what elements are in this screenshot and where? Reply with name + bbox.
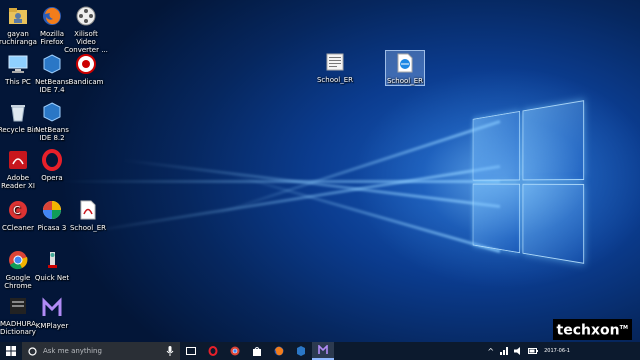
desktop-icon-xilisoft[interactable]: Xilisoft Video Converter ... [64,4,108,54]
taskbar-kmplayer[interactable] [312,342,334,360]
bandicam-icon [73,52,99,76]
desktop-icon-school-er-pdf[interactable]: School_ER [66,198,110,232]
quicknet-icon [39,248,65,272]
icon-label: School_ER [316,76,354,84]
watermark-text: techxon [556,323,620,339]
network-icon[interactable] [500,347,509,355]
store-icon [253,347,261,356]
task-view-button[interactable] [180,342,202,360]
battery-icon[interactable] [528,348,539,354]
logo-pane [522,100,585,181]
system-tray: ^ 2017-06-1 [487,342,640,360]
logo-pane [472,110,520,181]
ccleaner-icon: C [5,198,31,222]
taskbar-opera[interactable] [202,342,224,360]
light-beam [230,172,501,253]
icon-label: Bandicam [68,78,104,86]
icon-label: NetBeans IDE 8.2 [35,126,69,142]
netbeans-icon [297,346,305,356]
html-file-icon [392,51,418,75]
desktop-icon-quick-net[interactable]: Quick Net [30,248,74,282]
logo-pane [472,183,520,254]
opera-icon [39,148,65,172]
pdf-icon [75,198,101,222]
watermark: techxonTM [552,319,632,340]
pdf-icon [5,148,31,172]
dictionary-icon [5,294,31,318]
user-folder-icon [5,4,31,28]
icon-label: KMPlayer [35,322,69,330]
clock-date[interactable]: 2017-06-1 [544,348,570,354]
desktop-icon-netbeans-82[interactable]: NetBeans IDE 8.2 [30,100,74,142]
taskbar-chrome[interactable] [224,342,246,360]
chrome-icon [230,346,240,356]
icon-label: School_ER [386,77,424,85]
desktop-icon-kmplayer[interactable]: KMPlayer [30,296,74,330]
taskbar-netbeans[interactable] [290,342,312,360]
microphone-icon[interactable] [166,346,174,356]
firefox-icon [39,4,65,28]
icon-label: School_ER [69,224,107,232]
task-view-icon [186,347,196,355]
opera-icon [208,346,218,356]
start-button[interactable] [0,342,22,360]
icon-label: Quick Net [34,274,70,282]
desktop-icon-opera[interactable]: Opera [30,148,74,182]
desktop-wallpaper: gayan ruchiranga This PC Recycle Bin Ado… [0,0,640,342]
chevron-up-icon[interactable]: ^ [487,347,494,356]
desktop-icon-school-er-doc[interactable]: School_ER [313,50,357,84]
kmplayer-icon [318,345,328,354]
firefox-icon [274,346,284,356]
recycle-bin-icon [5,100,31,124]
svg-text:C: C [13,204,21,217]
document-icon [322,50,348,74]
icon-label: Opera [41,174,63,182]
windows-start-icon [6,346,16,356]
netbeans-icon [39,100,65,124]
search-placeholder: Ask me anything [43,347,102,355]
windows-logo-window [472,100,585,265]
icon-label: Xilisoft Video Converter ... [64,30,108,54]
logo-pane [522,183,585,264]
watermark-tm: TM [619,325,628,332]
volume-icon[interactable] [514,347,523,355]
picasa-icon [39,198,65,222]
chrome-icon [5,248,31,272]
film-reel-icon [73,4,99,28]
search-box[interactable]: Ask me anything [22,342,180,360]
computer-icon [5,52,31,76]
cortana-icon [28,346,37,356]
netbeans-icon [39,52,65,76]
taskbar: Ask me anything ^ 2017-06-1 [0,342,640,360]
taskbar-firefox[interactable] [268,342,290,360]
taskbar-store[interactable] [246,342,268,360]
desktop-icon-school-er-html[interactable]: School_ER [385,50,425,86]
desktop-icon-bandicam[interactable]: Bandicam [64,52,108,86]
kmplayer-icon [39,296,65,320]
